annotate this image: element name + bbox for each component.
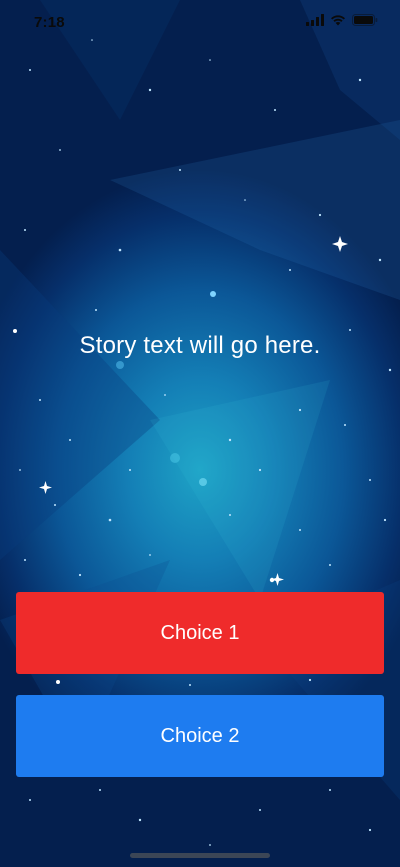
- battery-icon: [352, 14, 378, 26]
- choice-1-button[interactable]: Choice 1: [16, 592, 384, 674]
- choice-2-button[interactable]: Choice 2: [16, 695, 384, 777]
- app-screen: 7:18 Story text will go here. Choice 1 C…: [0, 0, 400, 867]
- story-text: Story text will go here.: [79, 332, 321, 359]
- choice-1-label: Choice 1: [160, 621, 240, 644]
- home-indicator[interactable]: [130, 853, 270, 858]
- wifi-icon: [331, 15, 345, 26]
- status-time: 7:18: [34, 14, 65, 31]
- cellular-signal-icon: [306, 14, 324, 26]
- choice-2-label: Choice 2: [160, 724, 240, 747]
- status-bar: 7:18: [0, 0, 400, 44]
- status-icons: [306, 14, 378, 26]
- light-facets: [0, 0, 400, 800]
